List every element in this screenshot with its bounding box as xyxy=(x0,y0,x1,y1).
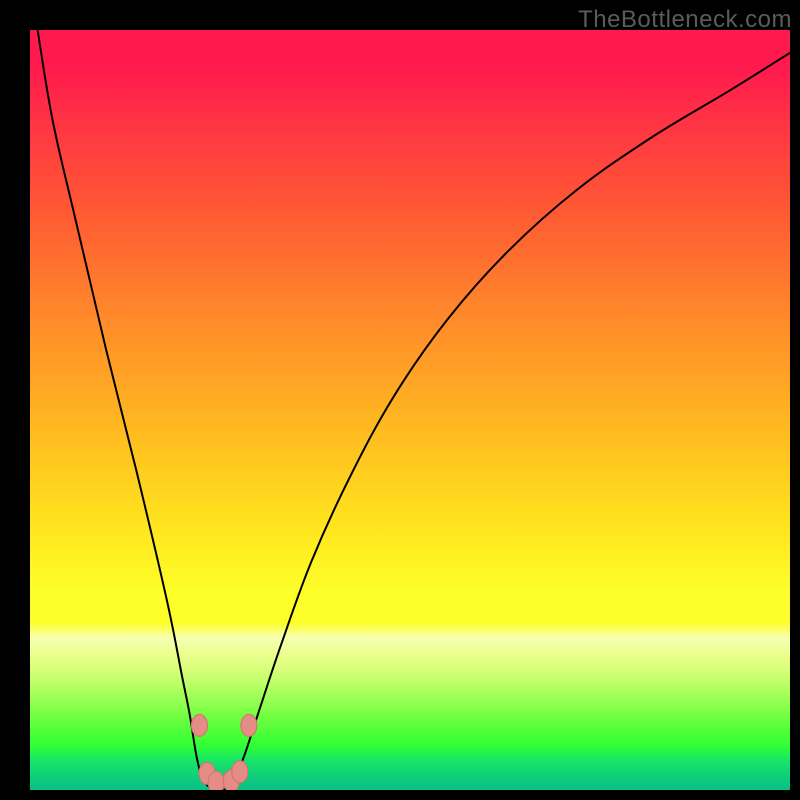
chart-frame: TheBottleneck.com xyxy=(0,0,800,800)
fit-dot-right-lower xyxy=(232,761,248,783)
plot-area xyxy=(30,30,790,790)
fit-dot-mid-left xyxy=(208,771,224,790)
watermark-text: TheBottleneck.com xyxy=(578,6,792,34)
fit-dot-right-upper xyxy=(241,714,257,736)
chart-svg xyxy=(30,30,790,790)
bottleneck-curve xyxy=(38,30,790,790)
fit-dot-left-upper xyxy=(191,714,207,736)
